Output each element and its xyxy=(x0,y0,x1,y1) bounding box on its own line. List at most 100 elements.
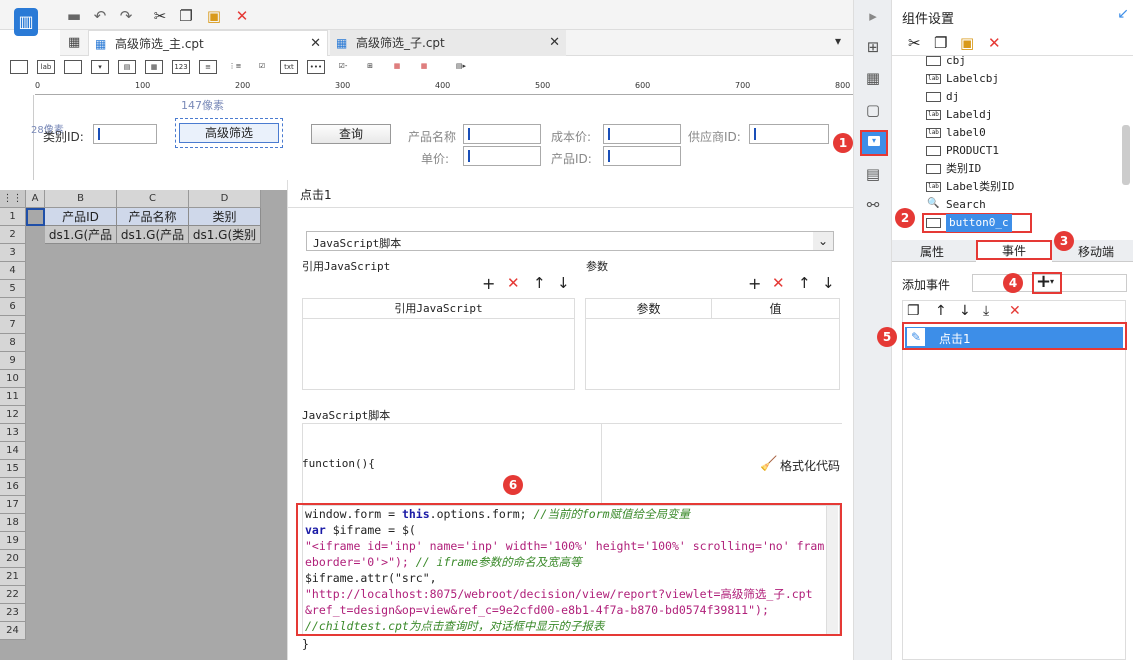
redo-icon[interactable]: ↷ xyxy=(116,6,136,26)
product-id-input[interactable] xyxy=(603,146,681,166)
add-icon[interactable]: + xyxy=(748,274,761,293)
widget-tree-icon[interactable]: ▤ xyxy=(118,60,136,74)
up-arrow-icon[interactable]: ↑ xyxy=(798,274,811,292)
expand-icon[interactable]: ↙ xyxy=(1117,6,1129,22)
row-header[interactable]: 10 xyxy=(0,370,26,388)
row-header[interactable]: 12 xyxy=(0,406,26,424)
row-header[interactable]: 2 xyxy=(0,226,26,244)
col-header-d[interactable]: D xyxy=(189,190,261,208)
table-cell[interactable]: ds1.G(产品 xyxy=(117,226,189,244)
row-header[interactable]: 22 xyxy=(0,586,26,604)
up-arrow-icon[interactable]: ↑ xyxy=(935,303,947,319)
delete-icon[interactable]: ✕ xyxy=(1009,303,1021,319)
tree-item[interactable]: 类别ID xyxy=(926,160,1086,178)
widget-check-icon[interactable]: ☑- xyxy=(334,60,352,74)
row-header[interactable]: 3 xyxy=(0,244,26,262)
row-header[interactable]: 4 xyxy=(0,262,26,280)
widget-txt-icon[interactable]: txt xyxy=(280,60,298,74)
tab-main[interactable]: ▦ 高级筛选_主.cpt ✕ xyxy=(88,30,328,56)
close-icon[interactable]: ✕ xyxy=(310,31,321,57)
widget-settings-button[interactable]: ▾ xyxy=(860,130,888,156)
row-header[interactable]: 19 xyxy=(0,532,26,550)
cut-icon[interactable]: ✂ xyxy=(908,34,921,52)
tree-item[interactable]: lab label0 xyxy=(926,124,1086,142)
widget-calendar2-icon[interactable]: ▦ xyxy=(415,60,433,74)
widget-calendar-icon[interactable]: ▦ xyxy=(388,60,406,74)
tab-sub[interactable]: ▦ 高级筛选_子.cpt ✕ xyxy=(330,30,566,56)
link-icon[interactable]: ⚯ xyxy=(863,195,883,215)
table-cell[interactable]: 产品名称 xyxy=(117,208,189,226)
chevron-down-icon[interactable]: ⌄ xyxy=(813,232,833,250)
widget-password-icon[interactable]: ••• xyxy=(307,60,325,74)
row-header[interactable]: 14 xyxy=(0,442,26,460)
widget-props-icon[interactable]: ▦ xyxy=(863,68,883,88)
copy-icon[interactable]: ❐ xyxy=(934,34,947,52)
row-header[interactable]: 16 xyxy=(0,478,26,496)
up-arrow-icon[interactable]: ↑ xyxy=(533,274,546,292)
selected-cell[interactable] xyxy=(26,208,45,226)
widget-textfield-icon[interactable] xyxy=(10,60,28,74)
widget-number-icon[interactable]: 123 xyxy=(172,60,190,74)
tab-mobile[interactable]: 移动端 xyxy=(1078,243,1114,260)
widget-org-icon[interactable]: ⊞ xyxy=(361,60,379,74)
delete-icon[interactable]: ✕ xyxy=(772,274,785,292)
tree-item[interactable]: cbj xyxy=(926,56,1086,70)
row-header[interactable]: 6 xyxy=(0,298,26,316)
tree-item[interactable]: lab Labelcbj xyxy=(926,70,1086,88)
widget-button-icon[interactable] xyxy=(64,60,82,74)
tree-item[interactable]: dj xyxy=(926,88,1086,106)
row-header[interactable]: 13 xyxy=(0,424,26,442)
row-header[interactable]: 5 xyxy=(0,280,26,298)
copy-icon[interactable]: ❐ xyxy=(907,303,920,319)
row-header[interactable]: 23 xyxy=(0,604,26,622)
delete-icon[interactable]: ✕ xyxy=(507,274,520,292)
row-header[interactable]: 11 xyxy=(0,388,26,406)
tree-scrollbar[interactable] xyxy=(1122,125,1130,185)
collapse-icon[interactable]: ▸ xyxy=(863,6,883,26)
down-arrow-icon[interactable]: ↓ xyxy=(557,274,570,292)
paste-icon[interactable]: ▣ xyxy=(960,34,974,52)
move-bottom-icon[interactable]: ⤓ xyxy=(983,303,989,319)
row-header[interactable]: 24 xyxy=(0,622,26,640)
widget-textarea-icon[interactable]: ≡ xyxy=(199,60,217,74)
col-header-c[interactable]: C xyxy=(117,190,189,208)
row-header[interactable]: 15 xyxy=(0,460,26,478)
table-cell[interactable]: ds1.G(产品 xyxy=(45,226,117,244)
row-header[interactable]: 17 xyxy=(0,496,26,514)
table-cell[interactable]: 产品ID xyxy=(45,208,117,226)
supplier-input[interactable] xyxy=(749,124,829,144)
row-header[interactable]: 21 xyxy=(0,568,26,586)
widget-date-icon[interactable]: ▦ xyxy=(145,60,163,74)
unit-price-input[interactable] xyxy=(463,146,541,166)
query-button[interactable]: 查询 xyxy=(311,124,391,144)
format-code-button[interactable]: 格式化代码 xyxy=(780,457,840,474)
widget-radio-icon[interactable]: ⋮≡ xyxy=(226,60,244,74)
table-cell[interactable]: 类别 xyxy=(189,208,261,226)
down-arrow-icon[interactable]: ↓ xyxy=(959,303,971,319)
category-input[interactable] xyxy=(93,124,157,144)
widget-checkbox-icon[interactable]: ☑ xyxy=(253,60,271,74)
event-type-select[interactable]: JavaScript脚本 ⌄ xyxy=(306,231,834,251)
tab-menu-icon[interactable]: ▾ xyxy=(835,34,841,48)
cost-input[interactable] xyxy=(603,124,681,144)
layout-icon[interactable]: ⊞ xyxy=(863,37,883,57)
paste-icon[interactable]: ▣ xyxy=(204,6,224,26)
tree-item[interactable]: button0_c xyxy=(922,213,1086,233)
row-header[interactable]: 18 xyxy=(0,514,26,532)
cut-icon[interactable]: ✂ xyxy=(150,6,170,26)
table-cell[interactable]: ds1.G(类别 xyxy=(189,226,261,244)
row-header[interactable]: 7 xyxy=(0,316,26,334)
col-header-a[interactable]: A xyxy=(26,190,45,208)
tree-item[interactable]: PRODUCT1 xyxy=(926,142,1086,160)
row-header[interactable]: 1 xyxy=(0,208,26,226)
advanced-filter-button[interactable]: 高级筛选 xyxy=(179,123,279,143)
tree-item[interactable]: 🔍 Search xyxy=(926,196,1086,214)
broom-icon[interactable]: 🧹 xyxy=(760,456,777,472)
col-header-b[interactable]: B xyxy=(45,190,117,208)
close-icon[interactable]: ✕ xyxy=(549,30,560,56)
add-icon[interactable]: + xyxy=(482,274,495,293)
undo-icon[interactable]: ↶ xyxy=(90,6,110,26)
delete-icon[interactable]: ✕ xyxy=(988,34,1001,52)
row-header[interactable]: 8 xyxy=(0,334,26,352)
widget-combo-icon[interactable]: ▾ xyxy=(91,60,109,74)
